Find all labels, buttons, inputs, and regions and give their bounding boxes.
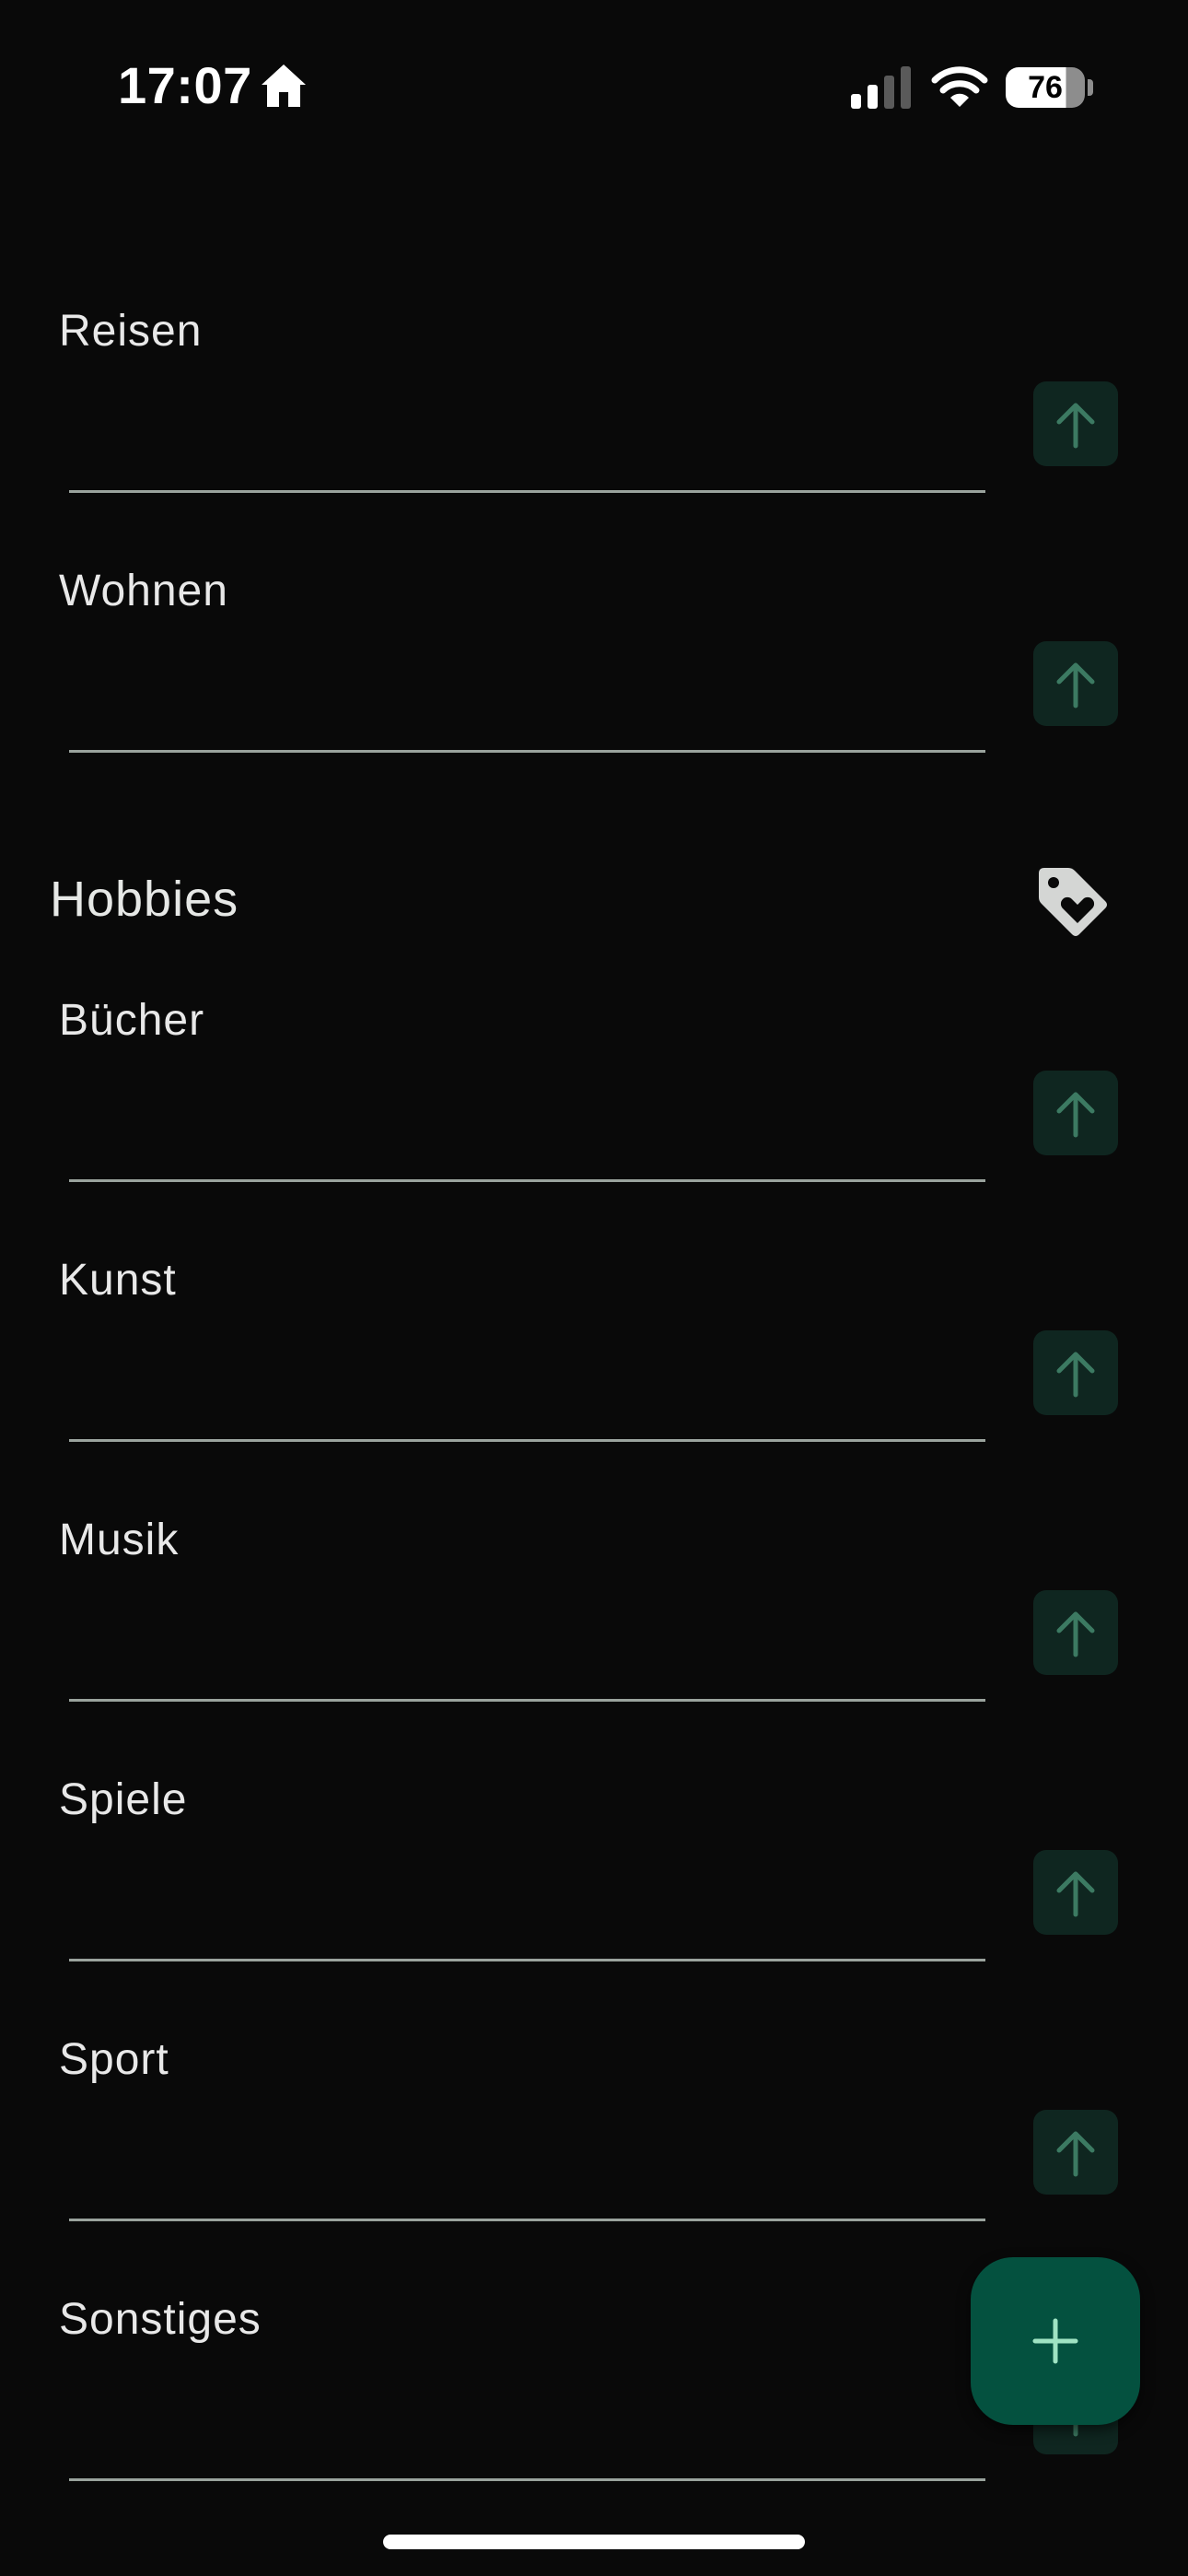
- move-up-button[interactable]: [1033, 1590, 1118, 1675]
- move-up-button[interactable]: [1033, 1850, 1118, 1935]
- move-up-button[interactable]: [1033, 381, 1118, 466]
- amount-input[interactable]: [69, 1876, 985, 1961]
- amount-input[interactable]: [69, 2395, 985, 2481]
- arrow-up-icon: [1056, 1352, 1095, 1398]
- list-item: [0, 175, 1188, 229]
- cellular-signal-icon: [851, 66, 911, 109]
- list-item: Bücher: [0, 995, 1188, 1255]
- row-label: Musik: [59, 1516, 180, 1564]
- amount-input[interactable]: [69, 1616, 985, 1702]
- wifi-icon: [931, 66, 988, 107]
- arrow-up-icon: [1056, 1092, 1095, 1138]
- battery-tip: [1088, 79, 1093, 96]
- status-time: 17:07: [118, 56, 252, 114]
- amount-input[interactable]: [69, 1096, 985, 1182]
- amount-input[interactable]: [69, 1356, 985, 1442]
- list-item: Spiele: [0, 1774, 1188, 2034]
- list-item: Musik: [0, 1515, 1188, 1774]
- row-label: Bücher: [59, 996, 205, 1045]
- tag-heart-icon[interactable]: [1035, 864, 1111, 940]
- list-item: Kunst: [0, 1255, 1188, 1515]
- arrow-up-icon: [1056, 1611, 1095, 1657]
- row-label: Sport: [59, 2035, 169, 2084]
- amount-input[interactable]: [69, 667, 985, 753]
- home-indicator[interactable]: [383, 2535, 805, 2549]
- list-item: Reisen: [0, 306, 1188, 566]
- status-bar: 17:07 76: [0, 0, 1188, 175]
- arrow-up-icon: [1056, 1871, 1095, 1917]
- arrow-up-icon: [1056, 662, 1095, 708]
- move-up-button[interactable]: [1033, 2110, 1118, 2195]
- arrow-up-icon: [1056, 403, 1095, 449]
- row-label: Spiele: [59, 1775, 188, 1824]
- battery-indicator: 76: [1006, 67, 1085, 108]
- move-up-button[interactable]: [1033, 1330, 1118, 1415]
- add-button[interactable]: [971, 2257, 1140, 2425]
- categories-list[interactable]: Reisen Wohnen Hobbies Bücher Kunst Musik…: [0, 175, 1188, 2534]
- amount-input[interactable]: [69, 407, 985, 493]
- list-item: Sport: [0, 2034, 1188, 2294]
- section-title: Hobbies: [50, 872, 239, 927]
- row-label: Reisen: [59, 307, 203, 356]
- row-label: Kunst: [59, 1256, 177, 1305]
- arrow-up-icon: [1056, 2131, 1095, 2177]
- move-up-button[interactable]: [1033, 641, 1118, 726]
- row-label: Sonstiges: [59, 2295, 262, 2344]
- amount-input[interactable]: [69, 2136, 985, 2221]
- plus-icon: [1032, 2318, 1078, 2364]
- list-item: Wohnen: [0, 566, 1188, 825]
- row-label: Wohnen: [59, 567, 228, 615]
- home-icon: [262, 64, 306, 107]
- move-up-button[interactable]: [1033, 1071, 1118, 1155]
